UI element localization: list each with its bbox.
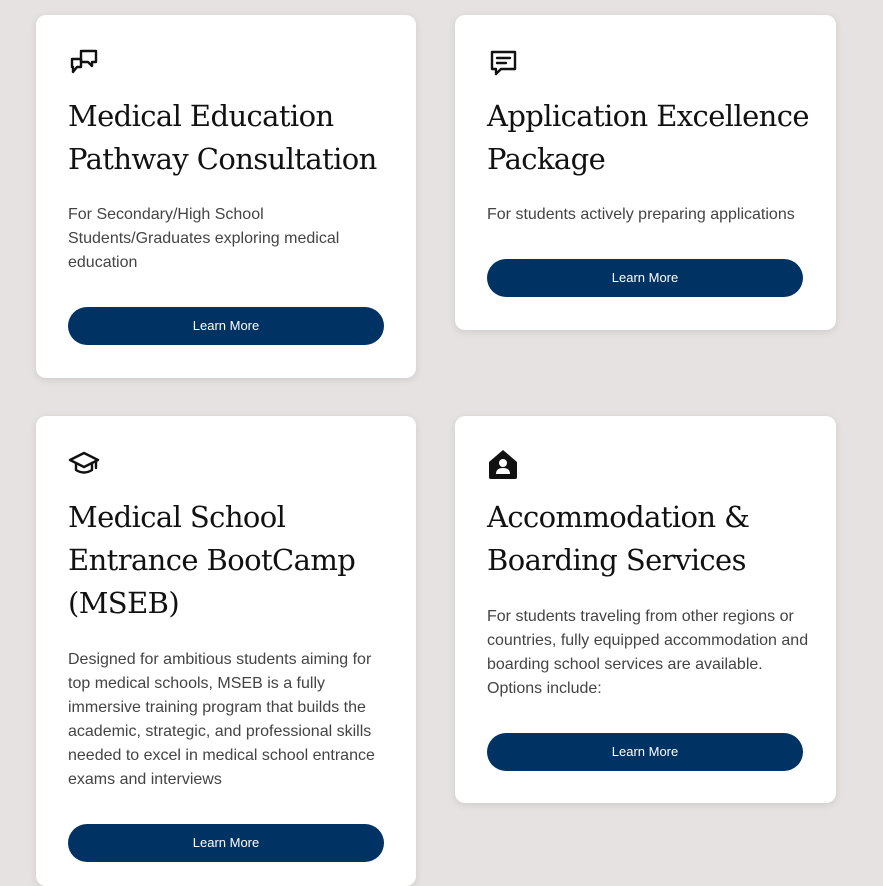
service-card-accommodation-boarding: Accommodation & Boarding Services For st… — [455, 416, 836, 803]
chat-bubbles-icon — [68, 47, 100, 79]
card-title: Application Excellence Package — [487, 99, 810, 176]
home-user-icon — [487, 448, 519, 480]
card-description: For students actively preparing applicat… — [487, 206, 795, 223]
service-card-application-excellence: Application Excellence Package For stude… — [455, 15, 836, 330]
service-card-pathway-consultation: Medical Education Pathway Consultation F… — [36, 15, 416, 378]
card-title: Medical Education Pathway Consultation — [68, 99, 377, 176]
message-text-icon — [487, 47, 519, 79]
card-description: For students traveling from other region… — [487, 608, 809, 697]
card-description: For Secondary/High School Students/Gradu… — [68, 206, 340, 271]
learn-more-button[interactable]: Learn More — [68, 824, 384, 862]
graduation-cap-icon — [68, 448, 100, 480]
learn-more-button[interactable]: Learn More — [487, 733, 803, 771]
card-title: Accommodation & Boarding Services — [487, 500, 750, 577]
card-description: Designed for ambitious students aiming f… — [68, 651, 375, 788]
service-card-mseb-bootcamp: Medical School Entrance BootCamp (MSEB) … — [36, 416, 416, 886]
learn-more-button[interactable]: Learn More — [68, 307, 384, 345]
card-title: Medical School Entrance BootCamp (MSEB) — [68, 500, 356, 620]
learn-more-button[interactable]: Learn More — [487, 259, 803, 297]
